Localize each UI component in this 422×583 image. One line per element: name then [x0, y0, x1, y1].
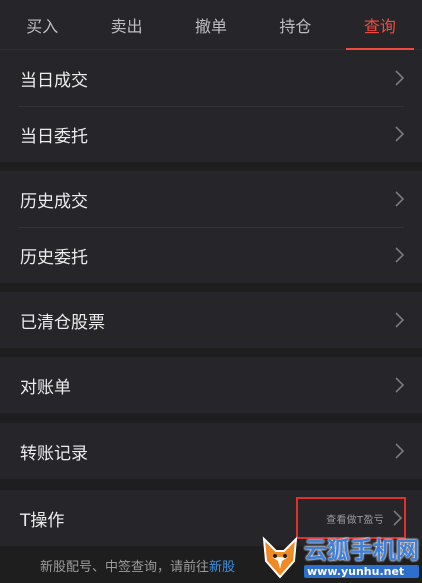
chevron-right-icon: [392, 442, 406, 460]
footer-new-stock-link[interactable]: 新股: [209, 556, 235, 575]
chevron-right-icon: [392, 376, 406, 394]
watermark-text: 云狐手机网 www.yunhu.net: [304, 538, 419, 578]
t-profit-hint: 查看做T盈亏: [326, 514, 384, 526]
watermark: 云狐手机网 www.yunhu.net: [258, 532, 422, 583]
menu-item-label: 当日成交: [20, 70, 88, 91]
footer-text: 新股配号、中签查询，请前往: [40, 560, 210, 575]
menu-item-label: 历史委托: [20, 247, 88, 268]
chevron-right-icon: [392, 246, 406, 264]
menu-item-cleared-stocks[interactable]: 已清仓股票: [0, 292, 422, 348]
menu-item-label: 对账单: [20, 377, 71, 398]
menu-item-transfer-records[interactable]: 转账记录: [0, 423, 422, 479]
menu-item-label: 已清仓股票: [20, 312, 105, 333]
chevron-right-icon: [392, 190, 406, 208]
menu-group-history: 历史成交 历史委托: [0, 171, 422, 283]
top-tab-bar: 买入 卖出 撤单 持仓 查询: [0, 0, 422, 50]
menu-item-history-orders[interactable]: 历史委托: [0, 227, 422, 283]
menu-item-statement[interactable]: 对账单: [0, 357, 422, 413]
chevron-right-icon: [392, 69, 406, 87]
menu-group-today: 当日成交 当日委托: [0, 50, 422, 162]
chevron-right-icon: [392, 311, 406, 329]
menu-item-today-orders[interactable]: 当日委托: [0, 106, 422, 162]
menu-group-transfer: 转账记录: [0, 423, 422, 479]
menu-group-cleared: 已清仓股票: [0, 292, 422, 348]
watermark-url: www.yunhu.net: [304, 564, 419, 578]
tab-positions[interactable]: 持仓: [253, 0, 337, 49]
fox-logo-icon: [262, 535, 298, 579]
tab-buy[interactable]: 买入: [0, 0, 84, 49]
menu-item-label: 历史成交: [20, 191, 88, 212]
menu-item-today-trades[interactable]: 当日成交: [0, 50, 422, 106]
tab-sell[interactable]: 卖出: [84, 0, 168, 49]
tab-cancel-order[interactable]: 撤单: [169, 0, 253, 49]
menu-item-label: 转账记录: [20, 443, 88, 464]
menu-item-history-trades[interactable]: 历史成交: [0, 171, 422, 227]
menu-item-label: 当日委托: [20, 126, 88, 147]
chevron-right-icon: [390, 509, 404, 527]
menu-group-statement: 对账单: [0, 357, 422, 413]
tab-query[interactable]: 查询: [338, 0, 422, 50]
watermark-name: 云狐手机网: [304, 537, 419, 564]
chevron-right-icon: [392, 125, 406, 143]
